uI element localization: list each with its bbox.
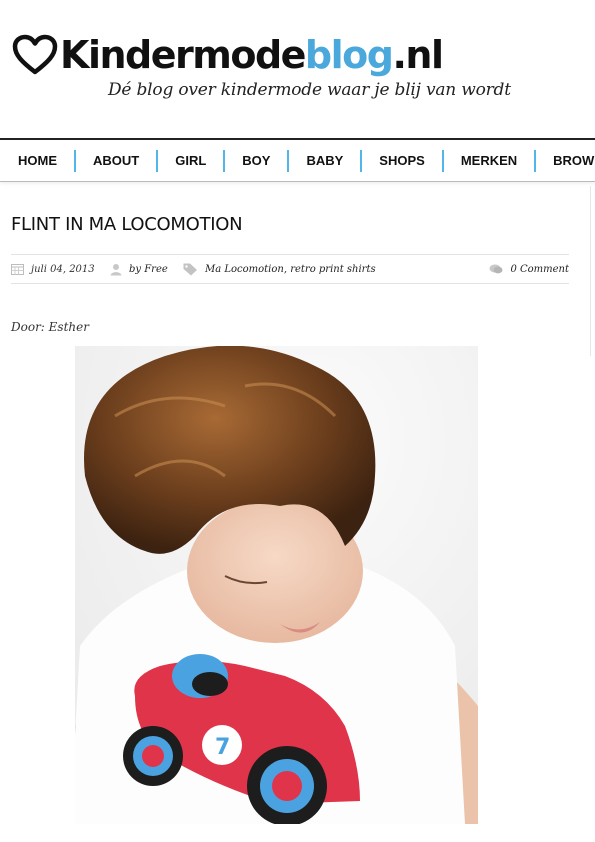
post-author-link[interactable]: by Free [129, 264, 168, 275]
logo-main-text: Kindermode [60, 33, 306, 77]
calendar-icon [11, 264, 24, 275]
post-meta: juli 04, 2013 by Free Ma Locomotion, ret… [11, 254, 569, 284]
site-header: Kindermodeblog.nl Dé blog over kindermod… [0, 0, 595, 138]
nav-item-girl[interactable]: GIRL [158, 150, 223, 172]
post-title[interactable]: FLINT IN MA LOCOMOTION [11, 214, 243, 235]
post-byline: Door: Esther [11, 320, 89, 334]
nav-item-home[interactable]: HOME [0, 150, 74, 172]
post-photo[interactable]: 7 [75, 346, 478, 824]
post-date: juli 04, 2013 [31, 263, 95, 275]
page-edge-line [590, 186, 591, 356]
nav-items: HOME ABOUT GIRL BOY BABY SHOPS MERKEN BROW [0, 140, 595, 181]
post-comments-link[interactable]: 0 Comment [510, 264, 569, 275]
post-author-group: by Free [110, 255, 168, 283]
tag-icon [183, 263, 197, 275]
svg-text:7: 7 [215, 735, 230, 760]
child-in-car-tshirt-illustration: 7 [75, 346, 478, 824]
site-tagline: Dé blog over kindermode waar je blij van… [108, 80, 511, 100]
user-icon [110, 263, 122, 275]
post-date-group: juli 04, 2013 [11, 255, 95, 283]
nav-item-merken[interactable]: MERKEN [444, 150, 534, 172]
logo-accent-text: blog [304, 33, 394, 77]
nav-item-baby[interactable]: BABY [289, 150, 360, 172]
nav-item-about[interactable]: ABOUT [76, 150, 156, 172]
logo-wordmark: Kindermodeblog.nl [60, 30, 444, 80]
nav-item-shops[interactable]: SHOPS [362, 150, 442, 172]
post-tags-link[interactable]: Ma Locomotion, retro print shirts [205, 264, 376, 275]
main-navigation: HOME ABOUT GIRL BOY BABY SHOPS MERKEN BROW [0, 138, 595, 182]
nav-item-boy[interactable]: BOY [225, 150, 287, 172]
nav-item-brow[interactable]: BROW [536, 150, 595, 172]
logo-domain-text: .nl [392, 33, 444, 77]
post-comments-group: 0 Comment [489, 255, 569, 283]
heart-icon [12, 34, 58, 75]
comment-icon [489, 264, 503, 273]
site-logo[interactable]: Kindermodeblog.nl [12, 30, 444, 80]
post-tags-group: Ma Locomotion, retro print shirts [183, 255, 376, 283]
